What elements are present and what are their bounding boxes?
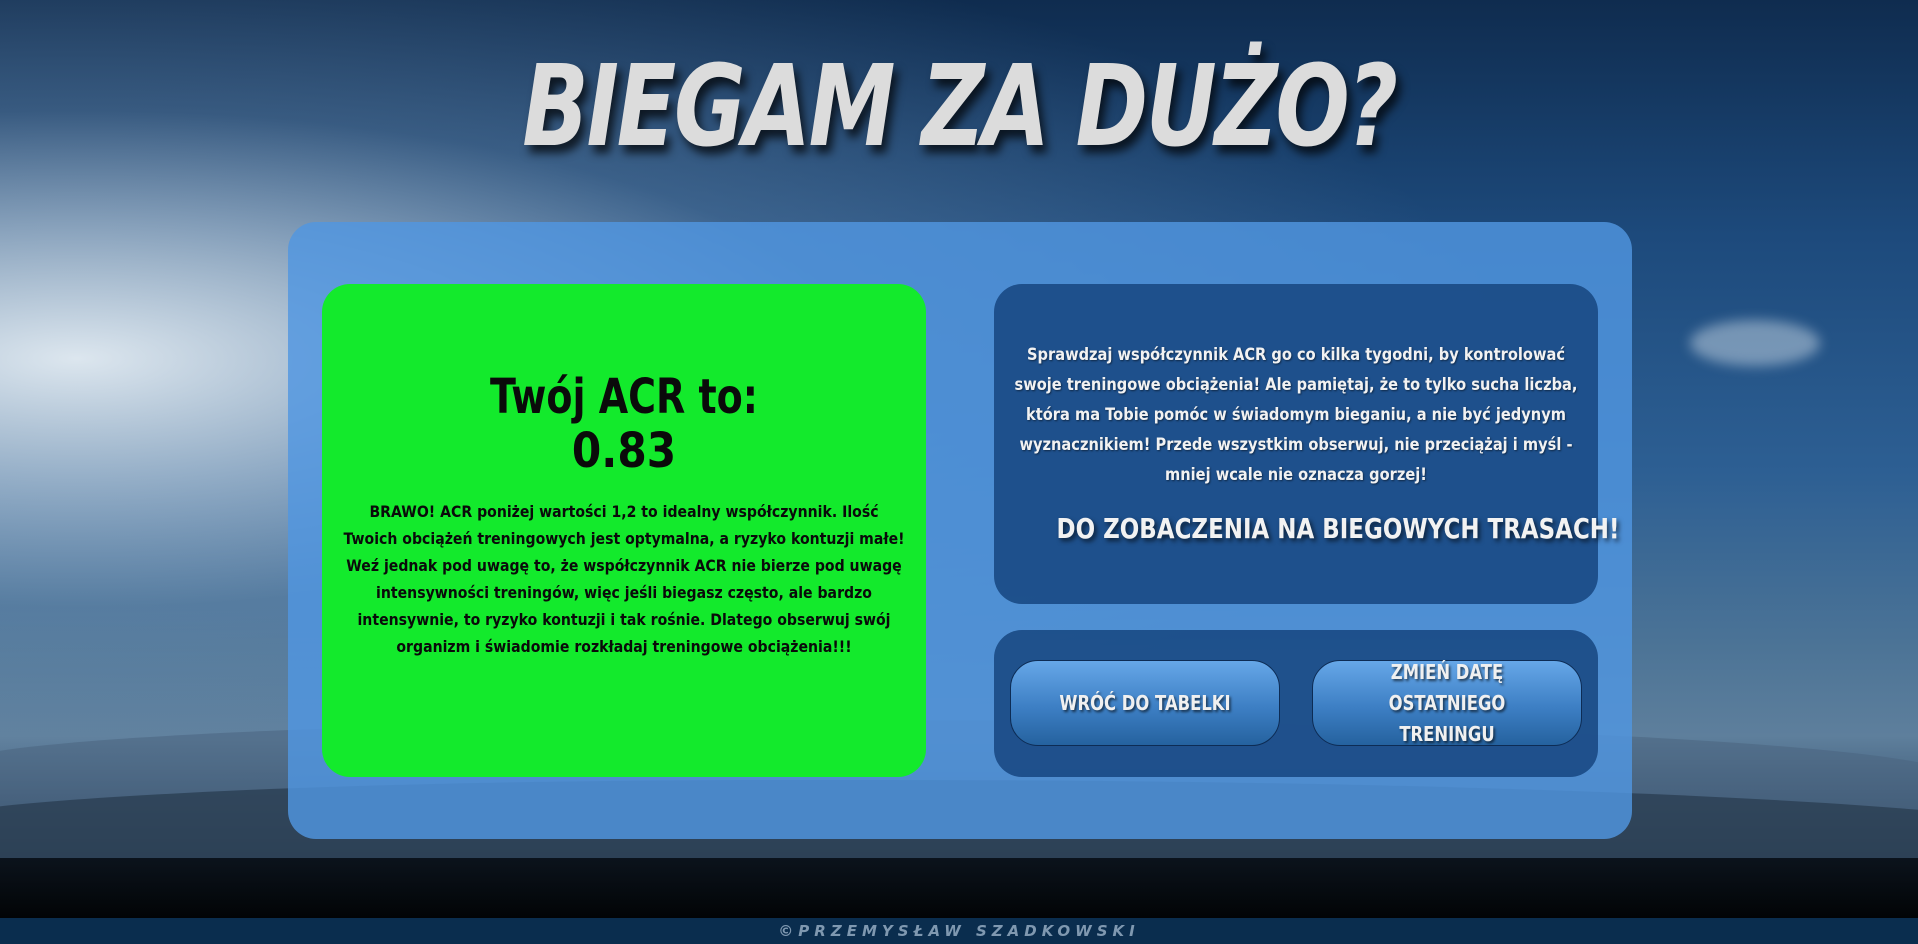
- page-title: BIEGAM ZA DUŻO?: [522, 42, 1398, 172]
- info-text: Sprawdzaj współczynnik ACR go co kilka t…: [1014, 345, 1578, 485]
- info-card: Sprawdzaj współczynnik ACR go co kilka t…: [994, 284, 1620, 604]
- acr-result-description: BRAWO! ACR poniżej wartości 1,2 to ideal…: [343, 502, 905, 656]
- back-to-table-button[interactable]: WRÓĆ DO TABELKI: [1010, 660, 1280, 746]
- copyright-text: ©PRZEMYSŁAW SZADKOWSKI: [778, 922, 1140, 940]
- background-ground: [0, 858, 1918, 918]
- background-cloud: [1690, 320, 1820, 366]
- change-last-training-date-label: ZMIEŃ DATĘ OSTATNIEGO TRENINGU: [1388, 659, 1506, 746]
- acr-result-heading: Twój ACR to:: [489, 369, 758, 425]
- farewell-text: DO ZOBACZENIA NA BIEGOWYCH TRASACH!: [1056, 512, 1620, 545]
- back-to-table-label: WRÓĆ DO TABELKI: [1059, 690, 1231, 715]
- button-panel: WRÓĆ DO TABELKI ZMIEŃ DATĘ OSTATNIEGO TR…: [994, 630, 1598, 777]
- acr-result-card: Twój ACR to: 0.83 BRAWO! ACR poniżej war…: [322, 284, 926, 777]
- page-background: BIEGAM ZA DUŻO? Twój ACR to: 0.83 BRAWO!…: [0, 0, 1918, 944]
- acr-result-value: 0.83: [571, 423, 677, 479]
- footer: ©PRZEMYSŁAW SZADKOWSKI: [0, 918, 1918, 944]
- change-last-training-date-button[interactable]: ZMIEŃ DATĘ OSTATNIEGO TRENINGU: [1312, 660, 1582, 746]
